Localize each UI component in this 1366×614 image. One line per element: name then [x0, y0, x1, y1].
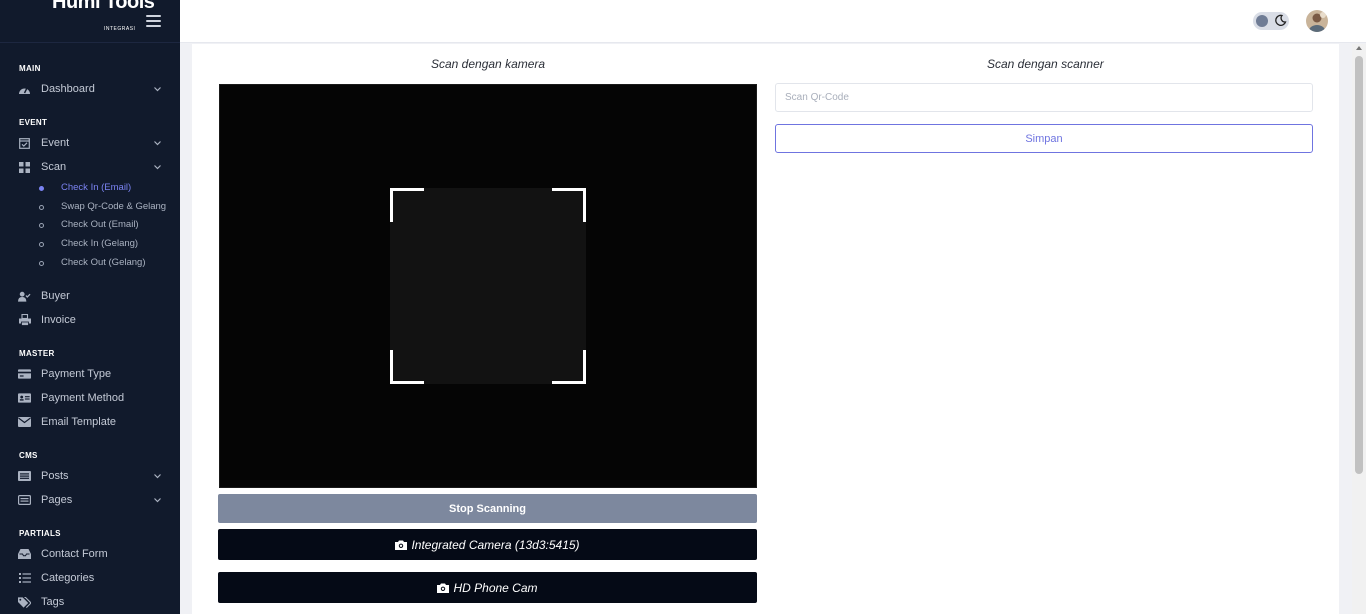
- sidebar-item-tags[interactable]: Tags: [0, 591, 180, 613]
- topbar: [180, 0, 1366, 43]
- section-cms: CMS: [19, 451, 38, 460]
- tags-icon: [18, 596, 31, 609]
- sidebar-subitem-check-out-gelang[interactable]: Check Out (Gelang): [0, 254, 180, 272]
- bullet-icon: [39, 242, 44, 247]
- main-content: Scan dengan kamera Scan dengan scanner S…: [192, 44, 1339, 614]
- camera-option-label: Integrated Camera (13d3:5415): [411, 537, 580, 552]
- chevron-down-icon: [154, 473, 161, 480]
- sidebar-item-contact-form[interactable]: Contact Form: [0, 543, 180, 565]
- envelope-icon: [18, 416, 31, 429]
- sidebar-item-label: Pages: [41, 494, 73, 506]
- bullet-icon: [39, 223, 44, 228]
- sidebar: Humi Tools INTEGRASI MAIN Dashboard EVEN…: [0, 0, 180, 614]
- sidebar-item-label: Email Template: [41, 416, 116, 428]
- qr-scan-region: [390, 188, 586, 384]
- sidebar-item-payment-method[interactable]: Payment Method: [0, 387, 180, 409]
- sidebar-item-label: Payment Method: [41, 392, 125, 404]
- sidebar-item-event[interactable]: Event: [0, 132, 180, 154]
- camera-preview: [219, 84, 757, 488]
- inbox-icon: [18, 548, 31, 561]
- printer-icon: [18, 314, 31, 327]
- grid-icon: [18, 161, 31, 174]
- sidebar-item-label: Posts: [41, 470, 69, 482]
- list-bullets-icon: [18, 572, 31, 585]
- sidebar-subitem-swap-qr[interactable]: Swap Qr-Code & Gelang: [0, 198, 180, 216]
- sidebar-subitem-check-in-gelang[interactable]: Check In (Gelang): [0, 235, 180, 253]
- file-list-icon: [18, 494, 31, 507]
- camera-icon: [395, 540, 408, 550]
- sidebar-item-invoice[interactable]: Invoice: [0, 309, 180, 331]
- camera-select-integrated-button[interactable]: Integrated Camera (13d3:5415): [218, 529, 757, 560]
- brand-subtitle: INTEGRASI: [104, 26, 136, 32]
- chevron-down-icon: [154, 497, 161, 504]
- app-root: Humi Tools INTEGRASI MAIN Dashboard EVEN…: [0, 0, 1366, 614]
- sidebar-item-email-template[interactable]: Email Template: [0, 411, 180, 433]
- list-icon: [18, 470, 31, 483]
- bullet-icon: [39, 205, 44, 210]
- sidebar-item-categories[interactable]: Categories: [0, 567, 180, 589]
- id-card-icon: [18, 392, 31, 405]
- sidebar-item-dashboard[interactable]: Dashboard: [0, 78, 180, 100]
- sidebar-item-label: Buyer: [41, 290, 70, 302]
- sidebar-item-label: Payment Type: [41, 368, 112, 380]
- sidebar-item-payment-type[interactable]: Payment Type: [0, 363, 180, 385]
- sidebar-subitem-check-in-email[interactable]: Check In (Email): [0, 179, 180, 197]
- hamburger-menu-icon[interactable]: [146, 15, 161, 27]
- sidebar-item-label: Contact Form: [41, 548, 108, 560]
- section-event: EVENT: [19, 118, 48, 127]
- chevron-down-icon: [154, 86, 161, 93]
- credit-card-icon: [18, 368, 31, 381]
- bullet-icon: [39, 186, 44, 191]
- scan-corner: [552, 188, 586, 222]
- section-main: MAIN: [19, 64, 41, 73]
- scan-corner: [390, 350, 424, 384]
- scan-corner: [552, 350, 586, 384]
- section-partials: PARTIALS: [19, 529, 61, 538]
- scrollbar-thumb[interactable]: [1355, 56, 1363, 474]
- theme-toggle[interactable]: [1253, 12, 1289, 30]
- chevron-down-icon: [154, 140, 161, 147]
- sidebar-item-buyer[interactable]: Buyer: [0, 285, 180, 307]
- brand-logo[interactable]: Humi Tools: [52, 0, 155, 14]
- brand: Humi Tools INTEGRASI: [0, 0, 180, 43]
- camera-icon: [437, 583, 450, 593]
- section-master: MASTER: [19, 349, 55, 358]
- sidebar-subitem-label: Check In (Gelang): [61, 238, 139, 249]
- sidebar-item-label: Categories: [41, 572, 95, 584]
- sidebar-subitem-label: Check Out (Gelang): [61, 257, 146, 268]
- sidebar-item-label: Tags: [41, 596, 65, 608]
- sidebar-subitem-label: Check In (Email): [61, 182, 132, 193]
- camera-select-hd-phone-button[interactable]: HD Phone Cam: [218, 572, 757, 603]
- bullet-icon: [39, 261, 44, 266]
- scroll-up-arrow-icon[interactable]: [1356, 46, 1362, 50]
- user-avatar[interactable]: [1306, 10, 1328, 32]
- user-check-icon: [18, 290, 31, 303]
- scanner-panel-title: Scan dengan scanner: [987, 57, 1104, 71]
- calendar-check-icon: [18, 137, 31, 150]
- sidebar-subitem-check-out-email[interactable]: Check Out (Email): [0, 216, 180, 234]
- sidebar-subitem-label: Check Out (Email): [61, 219, 139, 230]
- speedometer-icon: [18, 83, 31, 96]
- stop-scanning-button[interactable]: Stop Scanning: [218, 494, 757, 523]
- sidebar-item-label: Event: [41, 137, 70, 149]
- save-button[interactable]: Simpan: [775, 124, 1313, 153]
- page-scrollbar[interactable]: [1352, 44, 1366, 614]
- sidebar-subitem-label: Swap Qr-Code & Gelang: [61, 201, 167, 212]
- camera-panel-title: Scan dengan kamera: [431, 57, 546, 71]
- sidebar-item-label: Dashboard: [41, 83, 95, 95]
- sidebar-item-label: Invoice: [41, 314, 76, 326]
- toggle-knob: [1256, 15, 1268, 27]
- sidebar-item-scan[interactable]: Scan: [0, 156, 180, 178]
- sidebar-item-pages[interactable]: Pages: [0, 489, 180, 511]
- camera-option-label: HD Phone Cam: [453, 580, 538, 595]
- qr-code-input[interactable]: [775, 83, 1313, 112]
- scan-corner: [390, 188, 424, 222]
- chevron-down-icon: [154, 164, 161, 171]
- sidebar-item-posts[interactable]: Posts: [0, 465, 180, 487]
- moon-icon: [1274, 14, 1287, 27]
- sidebar-item-label: Scan: [41, 161, 67, 173]
